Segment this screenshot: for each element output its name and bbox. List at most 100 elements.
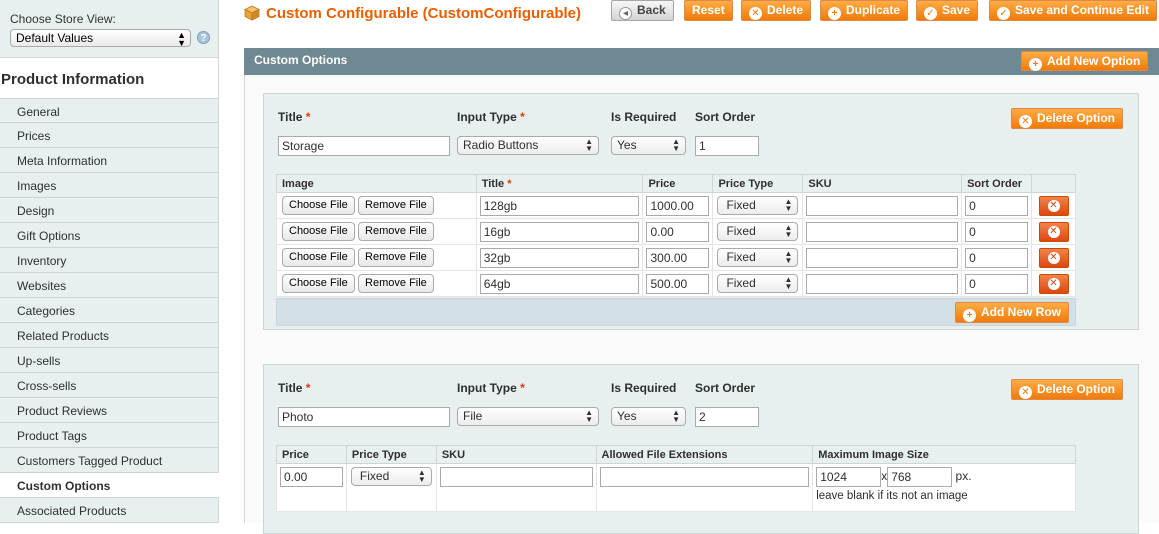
value-title-input[interactable]: 128gb bbox=[479, 195, 640, 216]
choose-file-button[interactable]: Choose File bbox=[282, 248, 355, 267]
input-type-select[interactable]: File ▲ ▼ bbox=[457, 407, 599, 426]
price-input[interactable]: 0.00 bbox=[280, 467, 343, 487]
value-title-input[interactable]: 32gb bbox=[479, 247, 640, 268]
is-required-select[interactable]: Yes ▲ ▼ bbox=[611, 407, 686, 426]
value-price-input[interactable]: 500.00 bbox=[646, 273, 710, 294]
select-arrows-icon: ▲ ▼ bbox=[784, 249, 793, 265]
sidebar-tab-meta-information[interactable]: Meta Information bbox=[0, 148, 219, 173]
sidebar-tab-associated-products[interactable]: Associated Products bbox=[0, 498, 219, 523]
delete-icon: ✕ bbox=[1047, 251, 1060, 264]
value-price-input[interactable]: 1000.00 bbox=[646, 195, 710, 216]
allowed-extensions-input[interactable] bbox=[599, 467, 810, 487]
save-label: Save bbox=[942, 3, 971, 17]
choose-file-button[interactable]: Choose File bbox=[282, 222, 355, 241]
price-type-select[interactable]: Fixed ▲ ▼ bbox=[717, 248, 799, 267]
col-price-type: Price Type bbox=[345, 445, 437, 464]
sidebar-tab-gift-options[interactable]: Gift Options bbox=[0, 223, 219, 248]
price-type-select[interactable]: Fixed ▲ ▼ bbox=[350, 467, 432, 486]
value-title-input[interactable]: 64gb bbox=[479, 273, 640, 294]
save-continue-button[interactable]: ✓ Save and Continue Edit bbox=[989, 0, 1158, 21]
max-height-input[interactable]: 768 bbox=[887, 467, 953, 487]
value-sort-order-input[interactable]: 0 bbox=[965, 273, 1028, 294]
col-title: Title * bbox=[475, 174, 644, 193]
option-title-input[interactable]: Storage bbox=[278, 136, 450, 156]
delete-option-label: Delete Option bbox=[1037, 111, 1116, 125]
value-sku-input[interactable] bbox=[806, 195, 959, 216]
input-type-label: Input Type * bbox=[457, 110, 525, 124]
value-sku-input[interactable] bbox=[806, 221, 959, 242]
col-image: Image bbox=[276, 174, 477, 193]
sidebar-tab-images[interactable]: Images bbox=[0, 173, 219, 198]
value-sort-order-input[interactable]: 0 bbox=[965, 221, 1028, 242]
sidebar-tab-related-products[interactable]: Related Products bbox=[0, 323, 219, 348]
question-icon[interactable]: ? bbox=[197, 31, 210, 44]
sort-order-input[interactable]: 2 bbox=[695, 407, 759, 427]
add-new-option-button[interactable]: + Add New Option bbox=[1021, 51, 1149, 71]
choose-file-button[interactable]: Choose File bbox=[282, 196, 355, 215]
remove-file-button[interactable]: Remove File bbox=[358, 248, 434, 267]
store-view-select[interactable]: Default Values ▲ ▼ bbox=[10, 29, 191, 48]
sidebar-tab-general[interactable]: General bbox=[0, 98, 219, 123]
sku-input[interactable] bbox=[439, 467, 593, 487]
delete-row-button[interactable]: ✕ bbox=[1038, 247, 1069, 268]
value-price-input[interactable]: 0.00 bbox=[646, 221, 710, 242]
choose-file-button[interactable]: Choose File bbox=[282, 274, 355, 293]
select-arrows-icon: ▲ ▼ bbox=[784, 275, 793, 291]
select-arrows-icon: ▲ ▼ bbox=[672, 408, 680, 424]
sidebar-tab-custom-options[interactable]: Custom Options bbox=[0, 473, 219, 498]
is-required-label: Is Required bbox=[611, 110, 677, 124]
value-sku-input[interactable] bbox=[806, 247, 959, 268]
is-required-select[interactable]: Yes ▲ ▼ bbox=[611, 136, 686, 155]
col-max-image-size: Maximum Image Size bbox=[812, 445, 1076, 464]
remove-file-button[interactable]: Remove File bbox=[358, 274, 434, 293]
delete-row-button[interactable]: ✕ bbox=[1038, 221, 1069, 242]
table-row: Choose File Remove File 16gb 0.00 Fixed ▲ ▼ 0 ✕ bbox=[276, 218, 1076, 245]
save-button[interactable]: ✓ Save bbox=[916, 0, 979, 21]
is-required-value: Yes bbox=[617, 138, 637, 152]
check-icon: ✓ bbox=[924, 7, 937, 20]
remove-file-button[interactable]: Remove File bbox=[358, 196, 434, 215]
sidebar-tab-inventory[interactable]: Inventory bbox=[0, 248, 219, 273]
price-type-select[interactable]: Fixed ▲ ▼ bbox=[717, 222, 799, 241]
sidebar-tab-cross-sells[interactable]: Cross-sells bbox=[0, 373, 219, 398]
reset-button[interactable]: Reset bbox=[684, 0, 733, 21]
value-sort-order-input[interactable]: 0 bbox=[965, 195, 1028, 216]
value-title-input[interactable]: 16gb bbox=[479, 221, 640, 242]
delete-icon: ✕ bbox=[1019, 386, 1032, 399]
sidebar-tab-customers-tagged-product[interactable]: Customers Tagged Product bbox=[0, 448, 219, 473]
sidebar-tab-categories[interactable]: Categories bbox=[0, 298, 219, 323]
col-sort-order: Sort Order bbox=[961, 174, 1032, 193]
input-type-select[interactable]: Radio Buttons ▲ ▼ bbox=[457, 136, 599, 155]
max-width-input[interactable]: 1024 bbox=[816, 467, 882, 487]
store-switcher: Choose Store View: Default Values ▲ ▼ ? bbox=[0, 0, 219, 58]
duplicate-label: Duplicate bbox=[846, 3, 901, 17]
value-price-input[interactable]: 300.00 bbox=[646, 247, 710, 268]
plus-icon: + bbox=[828, 7, 841, 20]
add-new-row-button[interactable]: + Add New Row bbox=[955, 302, 1069, 323]
delete-option-button[interactable]: ✕ Delete Option bbox=[1011, 379, 1124, 400]
value-sort-order-input[interactable]: 0 bbox=[965, 247, 1028, 268]
delete-option-button[interactable]: ✕ Delete Option bbox=[1011, 108, 1124, 129]
title-label: Title * bbox=[278, 381, 311, 395]
sidebar-tab-websites[interactable]: Websites bbox=[0, 273, 219, 298]
value-sku-input[interactable] bbox=[806, 273, 959, 294]
delete-button[interactable]: ✕ Delete bbox=[741, 0, 812, 21]
delete-row-button[interactable]: ✕ bbox=[1038, 273, 1069, 294]
duplicate-button[interactable]: + Duplicate bbox=[820, 0, 909, 21]
sidebar-tab-product-reviews[interactable]: Product Reviews bbox=[0, 398, 219, 423]
price-type-select[interactable]: Fixed ▲ ▼ bbox=[717, 196, 799, 215]
remove-file-button[interactable]: Remove File bbox=[358, 222, 434, 241]
sidebar-tab-prices[interactable]: Prices bbox=[0, 123, 219, 148]
option-title-input[interactable]: Photo bbox=[278, 407, 450, 427]
back-label: Back bbox=[637, 3, 666, 17]
back-button[interactable]: ◂ Back bbox=[611, 0, 674, 21]
sort-order-input[interactable]: 1 bbox=[695, 136, 759, 156]
price-type-select[interactable]: Fixed ▲ ▼ bbox=[717, 274, 799, 293]
select-arrows-icon: ▲ ▼ bbox=[585, 137, 593, 153]
col-sku: SKU bbox=[435, 445, 597, 464]
sidebar-tab-up-sells[interactable]: Up-sells bbox=[0, 348, 219, 373]
sidebar-tab-design[interactable]: Design bbox=[0, 198, 219, 223]
sidebar-tab-product-tags[interactable]: Product Tags bbox=[0, 423, 219, 448]
delete-row-button[interactable]: ✕ bbox=[1038, 195, 1069, 216]
delete-label: Delete bbox=[767, 3, 804, 17]
